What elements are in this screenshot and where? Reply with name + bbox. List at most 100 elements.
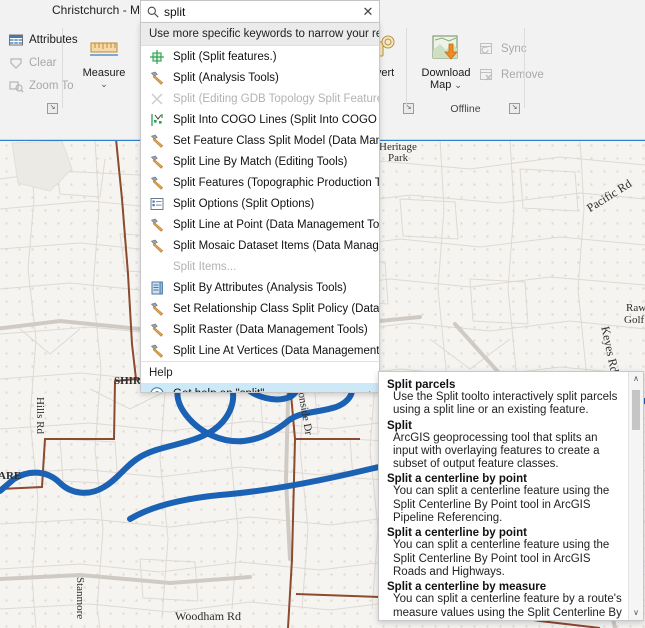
clear-selection-icon — [8, 55, 24, 71]
suggestion-item[interactable]: Split Into COGO Lines (Split Into COGO L… — [141, 109, 379, 130]
get-help-label: Get help on "split" — [173, 388, 264, 393]
suggestion-item[interactable]: Split (Split features.) — [141, 46, 379, 67]
suggestion-label: Split Line At Vertices (Data Management … — [173, 344, 379, 357]
download-map-label-line2: Map — [430, 79, 452, 91]
clear-button[interactable]: Clear — [4, 53, 60, 73]
help-entry-title: Split a centerline by point — [387, 473, 527, 486]
suggestion-item[interactable]: Split Mosaic Dataset Items (Data Managem… — [141, 235, 379, 256]
sync-label: Sync — [501, 43, 527, 55]
help-section-header: Help — [141, 361, 379, 383]
download-map-button[interactable]: Download Map ⌄ — [415, 26, 477, 100]
offline-group-label: Offline — [450, 103, 481, 115]
help-entry-title: Split — [387, 419, 412, 432]
suggestion-item[interactable]: Split Line At Vertices (Data Management … — [141, 340, 379, 361]
help-panel-scrollbar[interactable]: ∧ ∨ — [628, 372, 643, 620]
scrollbar-thumb[interactable] — [632, 390, 640, 430]
suggestion-item[interactable]: Split (Analysis Tools) — [141, 67, 379, 88]
suggestion-label: Split Raster (Data Management Tools) — [173, 323, 368, 336]
help-entry-body: You can split a centerline feature using… — [393, 539, 610, 578]
suggestion-item[interactable]: Set Relationship Class Split Policy (Dat… — [141, 298, 379, 319]
suggestion-label: Split Line By Match (Editing Tools) — [173, 155, 348, 168]
suggestion-item[interactable]: Split Line at Point (Data Management Too… — [141, 214, 379, 235]
geoprocessing-tool-icon — [149, 322, 165, 338]
group-divider — [524, 28, 525, 108]
geoprocessing-tool-icon — [149, 217, 165, 233]
suggestion-label: Split (Split features.) — [173, 50, 277, 63]
window-title: Christchurch - Map — [52, 3, 154, 17]
split-by-attributes-icon — [149, 280, 165, 296]
help-entries-scroll-area: Split parcels Use the Split toolto inter… — [379, 372, 629, 620]
clear-search-icon[interactable]: ✕ — [357, 1, 379, 23]
search-hint-banner: Use more specific keywords to narrow you… — [141, 23, 379, 46]
help-entry-title: Split parcels — [387, 379, 456, 391]
topology-fix-icon — [149, 91, 165, 107]
scroll-down-icon[interactable]: ∨ — [629, 606, 643, 620]
attributes-table-icon — [8, 32, 24, 48]
measure-label: Measure — [82, 67, 126, 79]
help-entry-body: You can split a centerline feature by a … — [393, 593, 622, 620]
sync-icon — [479, 41, 496, 58]
geoprocessing-tool-icon — [149, 70, 165, 86]
selection-group-dialog-launcher[interactable]: ↘ — [47, 103, 58, 114]
map-park-polygon — [11, 140, 73, 192]
download-map-icon — [430, 32, 462, 64]
help-entry-title: Split a centerline by point — [387, 527, 527, 540]
help-entry[interactable]: Split a centerline by point You can spli… — [387, 527, 623, 579]
arcgis-pro-window: Heritage Park Pacific Rd Raw Golf Keyes … — [0, 0, 645, 628]
offline-group-dialog-launcher[interactable]: ↘ — [509, 103, 520, 114]
split-features-icon — [149, 49, 165, 65]
download-map-label-line1: Download — [421, 67, 471, 79]
help-entry-title: Split a centerline by measure — [387, 581, 547, 594]
chevron-right-icon[interactable]: › — [369, 388, 372, 392]
help-preview-panel: Split parcels Use the Split toolto inter… — [378, 371, 644, 621]
suggestion-label: Split Line at Point (Data Management Too… — [173, 218, 379, 231]
scroll-up-icon[interactable]: ∧ — [629, 372, 643, 386]
suggestion-item[interactable]: Split By Attributes (Analysis Tools) — [141, 277, 379, 298]
options-list-icon — [149, 196, 165, 212]
suggestion-item[interactable]: Split Options (Split Options) — [141, 193, 379, 214]
ribbon-group-offline: Download Map ⌄ Sync Remove Offline ↘ — [407, 24, 544, 116]
help-entry[interactable]: Split a centerline by point You can spli… — [387, 473, 623, 525]
ruler-icon — [88, 32, 120, 64]
search-box[interactable]: ✕ — [140, 0, 380, 24]
suggestion-item[interactable]: Split Raster (Data Management Tools) — [141, 319, 379, 340]
cogo-lines-icon — [149, 112, 165, 128]
geoprocessing-tool-icon — [149, 238, 165, 254]
suggestion-item: Split (Editing GDB Topology Split Featur… — [141, 88, 379, 109]
chevron-down-icon[interactable]: ⌄ — [100, 80, 108, 89]
get-help-item[interactable]: ? Get help on "split" › — [141, 383, 379, 393]
search-suggestions-dropdown: Use more specific keywords to narrow you… — [140, 22, 380, 393]
suggestion-label: Split Items... — [173, 260, 237, 273]
geoprocessing-tool-icon — [149, 154, 165, 170]
help-entry[interactable]: Split a centerline by measure You can sp… — [387, 581, 623, 620]
suggestion-label: Split Features (Topographic Production T… — [173, 176, 379, 189]
suggestion-item: Split Items... — [141, 256, 379, 277]
remove-icon — [479, 67, 496, 84]
measure-button[interactable]: Measure ⌄ — [73, 26, 135, 100]
remove-label: Remove — [501, 69, 544, 81]
search-icon — [146, 5, 160, 19]
zoom-to-selection-icon — [8, 78, 24, 94]
suggestion-item[interactable]: Set Feature Class Split Model (Data Mana… — [141, 130, 379, 151]
suggestion-label: Split Mosaic Dataset Items (Data Managem… — [173, 239, 379, 252]
geoprocessing-tool-icon — [149, 301, 165, 317]
suggestion-label: Split (Analysis Tools) — [173, 71, 279, 84]
search-input[interactable] — [164, 5, 357, 19]
chevron-down-icon[interactable]: ⌄ — [454, 80, 462, 90]
remove-button[interactable]: Remove — [479, 64, 544, 86]
svg-text:?: ? — [154, 389, 159, 393]
geoprocessing-tool-icon — [149, 343, 165, 359]
suggestion-label: Split Options (Split Options) — [173, 197, 315, 210]
help-entry[interactable]: Split ArcGIS geoprocessing tool that spl… — [387, 420, 623, 472]
clear-label: Clear — [29, 57, 57, 69]
geoprocessing-tool-icon — [149, 175, 165, 191]
suggestion-item[interactable]: Split Line By Match (Editing Tools) — [141, 151, 379, 172]
help-entry[interactable]: Split parcels Use the Split toolto inter… — [387, 379, 623, 418]
suggestion-item[interactable]: Split Features (Topographic Production T… — [141, 172, 379, 193]
help-entry-body: Use the Split toolto interactively split… — [393, 391, 618, 417]
help-entry-body: ArcGIS geoprocessing tool that splits an… — [393, 431, 600, 471]
suggestion-label: Set Feature Class Split Model (Data Mana… — [173, 134, 379, 147]
ribbon-group-selection: Attributes Clear Zoom To ↘ — [0, 24, 78, 116]
sync-button[interactable]: Sync — [479, 38, 527, 60]
question-circle-icon: ? — [149, 386, 165, 393]
